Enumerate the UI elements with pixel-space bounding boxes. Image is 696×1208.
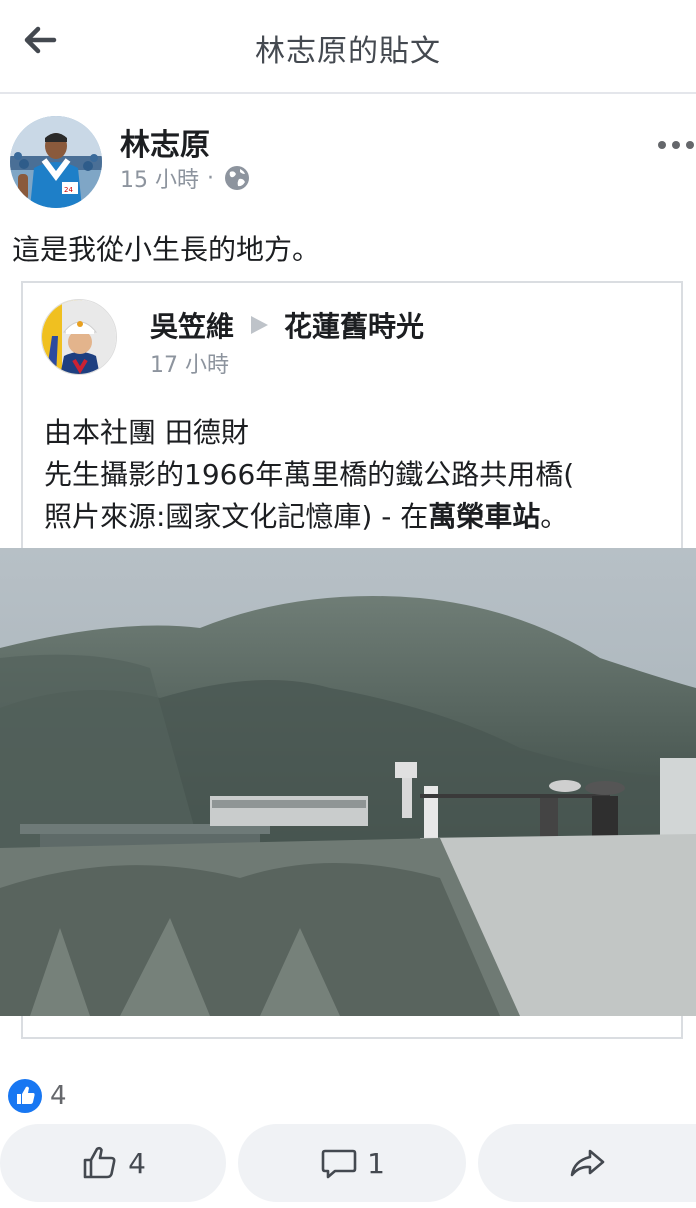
group-name[interactable]: 花蓮舊時光 xyxy=(284,305,424,345)
shared-author-avatar[interactable] xyxy=(41,299,117,375)
avatar-image: 24 xyxy=(10,116,102,208)
globe-icon xyxy=(225,166,249,190)
comment-button-count: 1 xyxy=(367,1146,385,1180)
shared-avatar-image xyxy=(42,300,116,374)
comment-button[interactable]: 1 xyxy=(238,1124,466,1202)
post-time[interactable]: 15 小時 xyxy=(120,162,199,194)
meta-separator: · xyxy=(207,165,214,191)
more-dots-icon xyxy=(658,141,694,149)
shared-text-line-3-suffix: 。 xyxy=(540,500,569,533)
share-button[interactable] xyxy=(478,1124,696,1202)
shared-post-time[interactable]: 17 小時 xyxy=(150,347,229,379)
author-name[interactable]: 林志原 xyxy=(120,120,210,164)
triangle-right-icon xyxy=(251,316,269,334)
photo-image xyxy=(0,548,696,1016)
shared-text-line-3: 照片來源:國家文化記憶庫) - 在萬榮車站。 xyxy=(44,496,684,538)
reaction-count: 4 xyxy=(50,1081,67,1111)
post-text: 這是我從小生長的地方。 xyxy=(12,233,321,266)
post-photo[interactable] xyxy=(0,548,696,1016)
thumbs-up-icon xyxy=(83,1146,116,1179)
author-avatar[interactable]: 24 xyxy=(10,116,102,208)
like-button-count: 4 xyxy=(128,1146,146,1180)
more-options-button[interactable] xyxy=(656,134,696,156)
shared-text-line-3-prefix: 照片來源:國家文化記憶庫) - 在 xyxy=(44,500,429,533)
comment-icon xyxy=(321,1149,357,1179)
like-button[interactable]: 4 xyxy=(0,1124,226,1202)
post-meta: 15 小時 · xyxy=(120,162,250,194)
reactions-summary[interactable]: 4 xyxy=(8,1079,67,1113)
top-bar: 林志原的貼文 xyxy=(0,0,696,94)
page-title: 林志原的貼文 xyxy=(255,34,441,69)
svg-text:24: 24 xyxy=(64,186,73,194)
shared-post-header: 吳笠維 花蓮舊時光 xyxy=(150,305,424,345)
share-arrow-icon xyxy=(570,1149,605,1177)
location-link[interactable]: 萬榮車站 xyxy=(428,500,540,533)
like-badge-icon xyxy=(8,1079,42,1113)
shared-text-line-2: 先生攝影的1966年萬里橋的鐵公路共用橋( xyxy=(44,458,575,491)
shared-post-text: 由本社團 田德財 先生攝影的1966年萬里橋的鐵公路共用橋( 照片來源:國家文化… xyxy=(44,412,684,538)
shared-text-line-1: 由本社團 田德財 xyxy=(44,416,249,449)
shared-author-name[interactable]: 吳笠維 xyxy=(150,305,234,345)
